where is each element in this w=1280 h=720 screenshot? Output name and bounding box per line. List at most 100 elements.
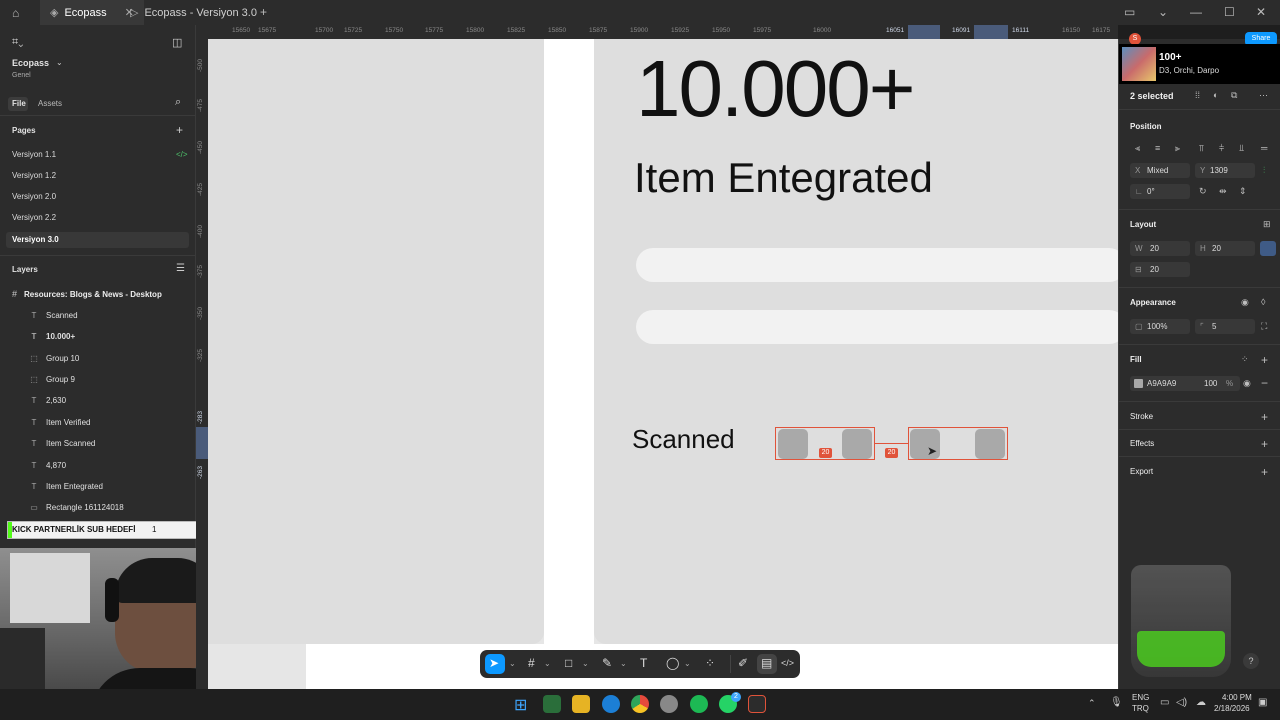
close-window-icon[interactable]: ✕ (1256, 5, 1266, 19)
frame-left-card[interactable] (208, 39, 544, 644)
boolean-icon[interactable]: ⧉ (1231, 90, 1237, 101)
mask-icon[interactable]: ◐ (1213, 90, 1218, 100)
page-item[interactable]: Versiyon 1.2 (12, 171, 56, 180)
add-page-icon[interactable]: + (176, 123, 183, 137)
sidebar-toggle-icon[interactable]: ◫ (172, 36, 182, 49)
scanned-label[interactable]: Scanned (632, 426, 735, 452)
y-field[interactable]: Y 1309 (1195, 163, 1255, 178)
auto-layout-icon[interactable]: ⊞ (1263, 219, 1271, 230)
chevron-up-icon[interactable]: ⌃ (1088, 698, 1096, 709)
chevron-down-icon[interactable]: ⌄ (1158, 5, 1168, 19)
layer-item[interactable]: ⬚ Group 9 (30, 375, 75, 384)
move-tool-icon[interactable]: ➤ (489, 656, 499, 670)
remove-fill-icon[interactable]: − (1261, 376, 1268, 390)
layer-item[interactable]: ⬚ Group 10 (30, 354, 79, 363)
comment-tool-icon[interactable]: ◯ (666, 656, 679, 670)
eye-icon[interactable]: ◉ (1243, 378, 1251, 389)
chevron-down-icon[interactable]: ⌄ (509, 659, 516, 668)
dev-mode-icon[interactable]: </> (781, 658, 794, 668)
layers-list-icon[interactable]: ☰ (176, 263, 185, 274)
tab-assets[interactable]: Assets (38, 99, 62, 108)
chrome-icon[interactable] (631, 695, 649, 713)
eye-icon[interactable]: ◉ (1241, 297, 1249, 308)
progress-track[interactable] (636, 310, 1118, 344)
individual-corners-icon[interactable]: ⛶ (1261, 321, 1267, 332)
layer-item[interactable]: T 10.000+ (30, 332, 76, 341)
file-explorer-icon[interactable] (572, 695, 590, 713)
gray-square[interactable] (842, 429, 872, 459)
distribute-icon[interactable]: ═ (1261, 143, 1267, 153)
constrain-proportions-icon[interactable] (1260, 241, 1276, 256)
blend-icon[interactable]: ◊ (1261, 297, 1265, 307)
settings-icon[interactable] (660, 695, 678, 713)
rotation-field[interactable]: ∟ 0° (1130, 184, 1190, 199)
chevron-down-icon[interactable]: ⌄ (56, 58, 63, 67)
draw-mode-icon[interactable]: ✐ (738, 656, 748, 670)
layer-item[interactable]: T Item Entegrated (30, 482, 103, 491)
layer-item[interactable]: T Item Verified (30, 418, 91, 427)
align-bottom-icon[interactable]: ⫫ (1239, 143, 1244, 154)
rectangle-tool-icon[interactable]: □ (565, 656, 572, 670)
app-icon[interactable] (543, 695, 561, 713)
project-name[interactable]: Ecopass (12, 58, 49, 68)
layer-item[interactable]: T 2,630 (30, 396, 66, 405)
help-icon[interactable]: ? (1243, 653, 1259, 669)
tab-ecopass-versiyon[interactable]: ▷ Ecopass - Versiyon 3.0 (120, 0, 267, 25)
align-right-icon[interactable]: ⫸ (1175, 143, 1180, 154)
radius-field[interactable]: ⌜ 5 (1195, 319, 1255, 334)
page-item[interactable]: Versiyon 2.0 (12, 192, 56, 201)
tab-file[interactable]: File (12, 99, 26, 108)
align-top-icon[interactable]: ⫪ (1199, 143, 1204, 154)
flip-horizontal-icon[interactable]: ⇹ (1219, 186, 1227, 197)
layer-item[interactable]: T Scanned (30, 311, 78, 320)
actions-tool-icon[interactable]: ⁘ (705, 656, 715, 670)
window-icon[interactable]: ▭ (1124, 5, 1135, 19)
layer-item[interactable]: ▭ Rectangle 161124018 (30, 503, 123, 512)
pen-tool-icon[interactable]: ✎ (602, 656, 612, 670)
design-canvas[interactable]: 10.000+ Item Entegrated Scanned 20 20 ➤ (208, 39, 1118, 689)
clock-time[interactable]: 4:00 PM (1222, 693, 1252, 702)
subtitle[interactable]: Item Entegrated (634, 157, 933, 199)
gray-square[interactable] (975, 429, 1005, 459)
rotate-icon[interactable]: ↻ (1199, 186, 1207, 197)
windows-start-icon[interactable]: ⊞ (514, 695, 532, 714)
notifications-icon[interactable]: ▣ (1258, 697, 1267, 708)
styles-icon[interactable]: ⁘ (1241, 354, 1249, 365)
page-item-active[interactable]: Versiyon 3.0 (12, 235, 59, 244)
frame-tool-icon[interactable]: # (528, 656, 535, 670)
big-number[interactable]: 10.000+ (636, 49, 915, 129)
figma-icon[interactable] (748, 695, 766, 713)
chevron-down-icon[interactable]: ⌄ (620, 659, 627, 668)
chevron-down-icon[interactable]: ⌄ (544, 659, 551, 668)
battery-icon[interactable]: ☁ (1196, 697, 1206, 708)
new-tab-icon[interactable]: + (260, 5, 267, 19)
clock-date[interactable]: 2/18/2026 (1214, 704, 1250, 713)
network-icon[interactable]: ▭ (1160, 697, 1169, 708)
x-field[interactable]: X Mixed (1130, 163, 1190, 178)
component-icon[interactable]: ⁞⁞ (1195, 90, 1200, 100)
text-tool-icon[interactable]: T (640, 656, 647, 670)
flip-vertical-icon[interactable]: ⇕ (1239, 186, 1247, 197)
chevron-down-icon[interactable]: ⌄ (684, 659, 691, 668)
search-icon[interactable]: ⌕ (175, 96, 181, 109)
page-item[interactable]: Versiyon 1.1 (12, 150, 56, 159)
progress-track[interactable] (636, 248, 1118, 282)
w-field[interactable]: W 20 (1130, 241, 1190, 256)
constraints-icon[interactable]: ⫶ (1263, 165, 1265, 176)
maximize-icon[interactable]: ☐ (1224, 5, 1235, 19)
design-mode-icon[interactable]: ▤ (761, 656, 772, 670)
more-icon[interactable]: ⋯ (1259, 90, 1268, 101)
gap-field[interactable]: ⊟ 20 (1130, 262, 1190, 277)
fill-swatch[interactable] (1134, 379, 1143, 388)
opacity-field[interactable]: ▢ 100% (1130, 319, 1190, 334)
h-field[interactable]: H 20 (1195, 241, 1255, 256)
minimize-icon[interactable]: — (1190, 5, 1202, 19)
layer-item[interactable]: T 4,870 (30, 461, 66, 470)
add-export-icon[interactable]: + (1261, 465, 1268, 479)
mic-icon[interactable]: 🎙 (1110, 697, 1123, 708)
edge-icon[interactable] (602, 695, 620, 713)
add-stroke-icon[interactable]: + (1261, 410, 1268, 424)
language-indicator[interactable]: ENG (1132, 693, 1149, 702)
page-item[interactable]: Versiyon 2.2 (12, 213, 56, 222)
add-effect-icon[interactable]: + (1261, 437, 1268, 451)
